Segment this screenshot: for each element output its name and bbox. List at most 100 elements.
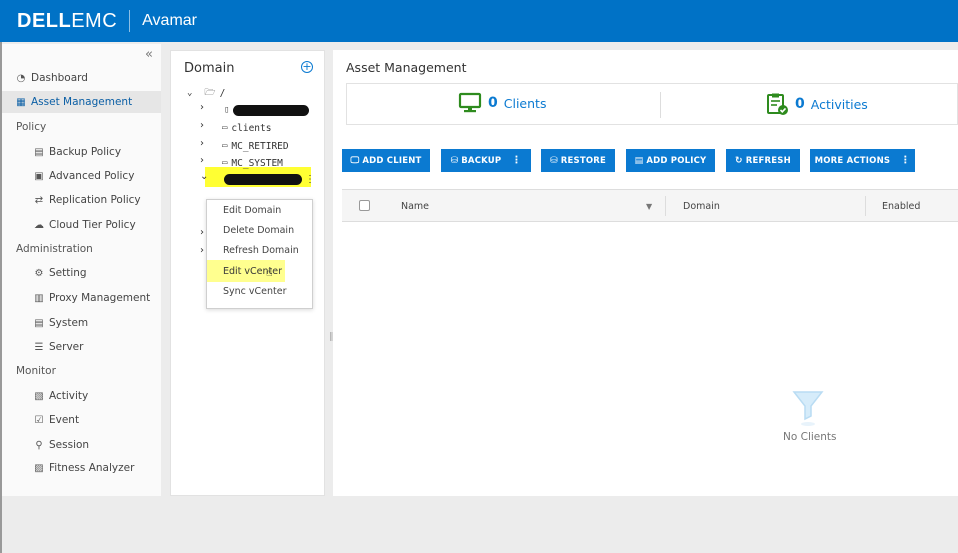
sidebar-item-cloud-tier-policy[interactable]: ☁ Cloud Tier Policy	[33, 214, 136, 236]
tree-node-mc-system[interactable]: ▭ MC_SYSTEM	[222, 155, 283, 171]
clients-summary[interactable]: 0 Clients	[458, 92, 546, 114]
chevron-right-icon[interactable]: ›	[200, 102, 204, 113]
select-all-checkbox[interactable]	[359, 200, 370, 211]
restore-icon: ⛁	[550, 155, 558, 166]
sidebar-item-fitness-analyzer[interactable]: ▨ Fitness Analyzer	[33, 457, 134, 479]
sidebar-item-session[interactable]: ⚲ Session	[33, 434, 89, 456]
sidebar-item-system[interactable]: ▤ System	[33, 312, 88, 334]
policy-icon: ▤	[634, 155, 644, 166]
chevron-right-icon[interactable]: ›	[200, 138, 204, 149]
app-header: DELLEMC Avamar	[0, 0, 958, 42]
chevron-right-icon[interactable]: ›	[200, 155, 204, 166]
sidebar-item-label: Activity	[49, 390, 89, 402]
tree-node-mc-retired[interactable]: ▭ MC_RETIRED	[222, 138, 289, 154]
button-label: MORE ACTIONS	[814, 155, 891, 166]
fitness-icon: ▨	[34, 462, 44, 474]
sidebar-item-label: Session	[49, 439, 90, 451]
sidebar-item-advanced-policy[interactable]: ▣ Advanced Policy	[33, 165, 134, 187]
column-separator[interactable]	[865, 196, 866, 216]
chevron-right-icon[interactable]: ›	[200, 245, 204, 256]
menu-item-delete-domain[interactable]: Delete Domain	[207, 220, 312, 240]
advanced-policy-icon: ▣	[34, 170, 44, 182]
tree-node-redacted-selected[interactable]: ⋮	[224, 171, 315, 187]
dell-emc-logo: DELLEMC	[17, 10, 117, 33]
empty-state-text: No Clients	[783, 431, 837, 443]
more-actions-button[interactable]: MORE ACTIONS ⋮	[810, 149, 915, 172]
clients-table-header: Name ▼ Domain Enabled	[342, 189, 958, 222]
sidebar-item-label: Setting	[49, 267, 87, 279]
event-icon: ☑	[34, 414, 44, 426]
sidebar-item-replication-policy[interactable]: ⇄ Replication Policy	[33, 189, 141, 211]
menu-item-edit-domain[interactable]: Edit Domain	[207, 200, 312, 220]
sidebar-item-setting[interactable]: ⚙ Setting	[33, 262, 87, 284]
column-separator[interactable]	[665, 196, 666, 216]
chevron-down-icon[interactable]: ⌄	[200, 171, 208, 182]
brand-dell: DELL	[17, 9, 72, 32]
sidebar-item-label: Replication Policy	[49, 194, 141, 206]
activity-icon: ▧	[34, 390, 44, 402]
add-domain-icon[interactable]: +	[301, 61, 313, 73]
backup-icon: ⛁	[450, 155, 459, 166]
activities-label: Activities	[810, 96, 868, 112]
sidebar-item-dashboard[interactable]: ◔ Dashboard	[15, 67, 88, 89]
folder-icon: ▭	[222, 141, 228, 151]
add-policy-button[interactable]: ▤ ADD POLICY	[626, 149, 715, 172]
menu-item-refresh-domain[interactable]: Refresh Domain	[207, 240, 312, 260]
menu-item-sync-vcenter[interactable]: Sync vCenter	[207, 281, 312, 301]
sidebar-item-asset-management[interactable]: ▦ Asset Management	[2, 91, 161, 113]
tree-root[interactable]: ⌄ 🗁 /	[187, 85, 225, 101]
refresh-button[interactable]: ↻ REFRESH	[726, 149, 800, 172]
sidebar-item-label: Event	[49, 414, 80, 426]
clients-count: 0	[488, 95, 498, 111]
add-client-button[interactable]: 🖵 ADD CLIENT	[342, 149, 430, 172]
empty-filter-icon	[792, 391, 824, 426]
folder-icon: ▭	[222, 158, 228, 168]
sidebar-item-label: Cloud Tier Policy	[49, 219, 136, 231]
sidebar-group-policy: Policy	[16, 121, 47, 133]
folder-open-icon: 🗁	[204, 88, 216, 98]
button-label: ADD CLIENT	[362, 155, 422, 166]
activities-summary[interactable]: 0 Activities	[765, 92, 868, 116]
column-header-domain[interactable]: Domain	[683, 201, 720, 212]
sidebar-group-administration: Administration	[16, 243, 93, 255]
chevron-right-icon[interactable]: ›	[200, 227, 204, 238]
asset-management-icon: ▦	[16, 96, 26, 108]
product-name: Avamar	[142, 12, 198, 29]
collapse-sidebar-icon[interactable]: «	[145, 47, 153, 62]
kebab-menu-icon[interactable]: ⋮	[305, 174, 315, 185]
domain-panel-title: Domain	[184, 61, 235, 76]
clients-label: Clients	[503, 95, 547, 111]
tree-node-clients[interactable]: ▭ clients	[222, 120, 271, 136]
column-header-enabled[interactable]: Enabled	[882, 201, 920, 212]
menu-item-edit-vcenter-text[interactable]: Edit vCenter	[207, 261, 287, 281]
chevron-right-icon[interactable]: ›	[200, 120, 204, 131]
more-options-icon: ⋮	[900, 155, 911, 166]
tree-node-redacted-1[interactable]: ▯	[224, 102, 310, 118]
button-label: ADD POLICY	[646, 155, 707, 166]
tree-root-label: /	[219, 87, 226, 99]
column-header-name[interactable]: Name	[401, 201, 429, 212]
sidebar-item-proxy-management[interactable]: ▥ Proxy Management	[33, 287, 150, 309]
domain-context-menu: Edit Domain Delete Domain Refresh Domain…	[206, 199, 313, 309]
filter-icon[interactable]: ▼	[646, 202, 652, 211]
summary-divider	[660, 92, 661, 118]
clients-table-body	[342, 222, 958, 496]
sidebar-item-activity[interactable]: ▧ Activity	[33, 385, 88, 407]
brand-divider	[129, 10, 131, 32]
server-icon: ☰	[34, 341, 44, 353]
sidebar-item-server[interactable]: ☰ Server	[33, 336, 84, 358]
sidebar-item-event[interactable]: ☑ Event	[33, 409, 80, 431]
monitor-icon: 🖵	[350, 155, 360, 166]
session-icon: ⚲	[35, 439, 43, 451]
sidebar-item-backup-policy[interactable]: ▤ Backup Policy	[33, 141, 121, 163]
clipboard-check-icon	[767, 93, 788, 115]
sidebar-item-label: Dashboard	[31, 72, 88, 84]
redacted-text	[233, 104, 310, 116]
brand-emc: EMC	[71, 9, 118, 32]
backup-button[interactable]: ⛁ BACKUP ⋮	[441, 149, 531, 172]
pointer-cursor-icon: ☝	[266, 266, 273, 279]
more-options-icon[interactable]: ⋮	[511, 155, 521, 166]
restore-button[interactable]: ⛁ RESTORE	[541, 149, 615, 172]
device-icon: ▯	[224, 105, 230, 115]
sidebar-group-monitor: Monitor	[16, 365, 56, 377]
